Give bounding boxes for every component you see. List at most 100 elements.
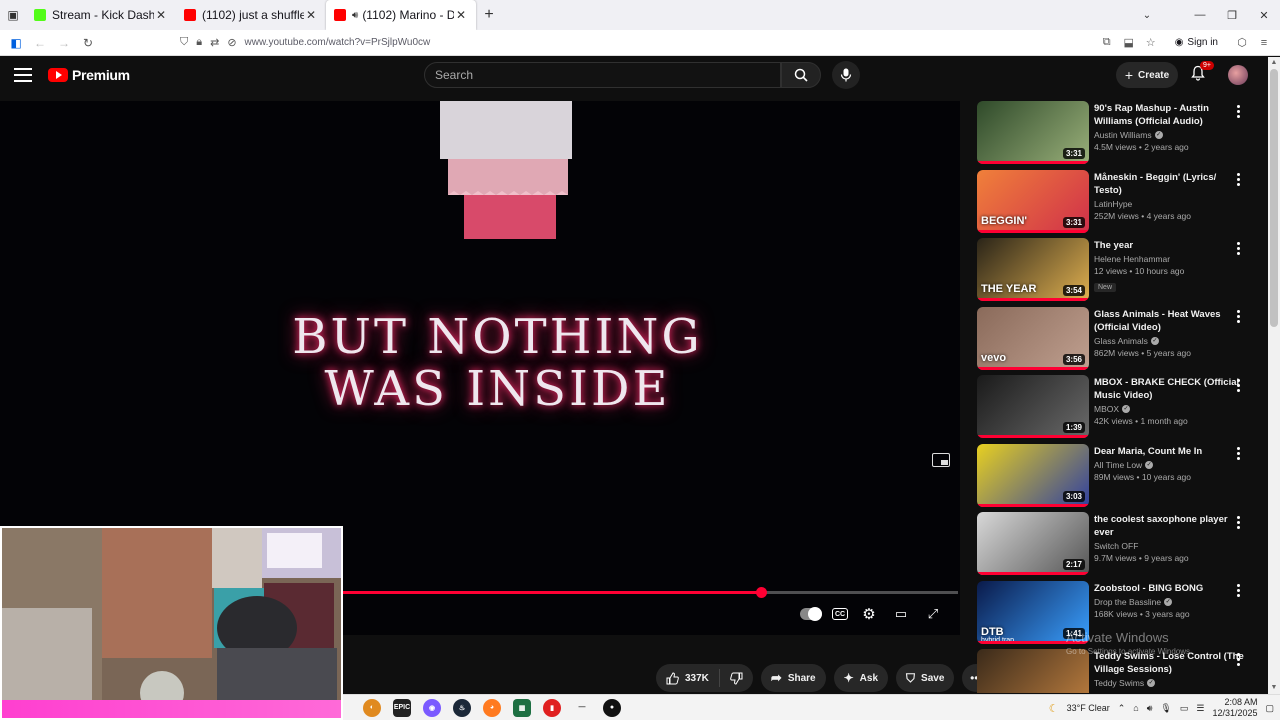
browser-tab[interactable]: Stream - Kick Dashboard✕ [26,0,176,30]
video-title[interactable]: MBOX - BRAKE CHECK (Official Music Video… [1094,376,1244,402]
share-button[interactable]: ➦ Share [760,664,826,692]
scroll-down-icon[interactable]: ▼ [1270,684,1278,692]
video-thumbnail[interactable]: vevo 3:56 [977,306,1089,370]
media-app-icon[interactable]: ▮ [543,698,561,717]
video-thumbnail[interactable]: 3:31 [977,101,1089,164]
like-button[interactable]: 337K [656,669,720,687]
tab-list-icon[interactable]: ▣ [0,0,26,30]
spreadsheet-app-icon[interactable]: ▦ [513,698,531,717]
channel-name[interactable]: LatinHype [1094,199,1244,209]
video-thumbnail[interactable]: 2:17 [977,512,1089,575]
video-title[interactable]: the coolest saxophone player ever [1094,513,1244,539]
microphone-tray-icon[interactable]: 🎙︎ [1160,703,1171,714]
sidebar-toggle-icon[interactable]: ◧ [4,31,28,55]
page-scrollbar[interactable]: ▲ ▼ [1268,57,1280,694]
close-window-icon[interactable]: ✕ [1248,0,1280,30]
video-title[interactable]: The year [1094,239,1244,252]
taskbar-app-icon[interactable]: ◐ [363,698,381,717]
back-icon[interactable]: ← [28,31,52,55]
theater-mode-icon[interactable]: ▭ [890,604,912,624]
extensions-icon[interactable]: ⬡ [1234,36,1250,49]
fullscreen-icon[interactable]: ⤢ [922,604,944,624]
picture-in-picture-icon[interactable]: ⧉ [1099,36,1115,49]
video-title[interactable]: 90's Rap Mashup - Austin Williams (Offic… [1094,102,1244,128]
tab-close-icon[interactable]: ✕ [304,8,318,22]
video-title[interactable]: Måneskin - Beggin' (Lyrics/ Testo) [1094,171,1244,197]
forward-icon[interactable]: → [52,31,76,55]
dislike-button[interactable] [720,672,753,685]
app-menu-icon[interactable]: ≡ [1256,37,1272,49]
tab-audio-icon[interactable]: 🔊︎ [352,10,358,21]
save-button[interactable]: ⛉ Save [896,664,955,692]
restore-icon[interactable]: ❐ [1216,0,1248,30]
epic-games-icon[interactable]: EPIC [393,698,411,717]
search-button[interactable] [781,62,821,88]
search-input[interactable]: Search [424,62,781,88]
channel-name[interactable]: Switch OFF [1094,541,1244,551]
miniplayer-icon[interactable] [932,453,950,467]
clock[interactable]: 2:08 AM 12/31/2025 [1212,697,1257,719]
tray-chevron-icon[interactable]: ⌃ [1118,703,1126,714]
messenger-icon[interactable]: ◉ [423,698,441,717]
channel-name[interactable]: Glass Animals ✓ [1094,336,1244,346]
bookmark-star-icon[interactable]: ☆ [1143,36,1159,49]
volume-icon[interactable]: 🔊︎ [1147,703,1153,714]
weather-text[interactable]: 33°F Clear [1067,703,1110,713]
more-options-icon[interactable] [1233,377,1243,393]
permissions-icon[interactable]: ⇄ [210,36,219,49]
more-options-icon[interactable] [1233,240,1243,256]
firefox-icon[interactable]: ◕ [483,698,501,717]
avatar[interactable] [1228,65,1248,85]
display-tray-icon[interactable]: ▭ [1180,703,1189,714]
wifi-icon[interactable]: ☰ [1196,703,1204,714]
minimize-icon[interactable]: — [1184,0,1216,30]
autoplay-toggle[interactable] [800,604,822,624]
obs-icon[interactable]: ● [603,698,621,717]
progress-bar[interactable] [343,587,958,598]
channel-name[interactable]: Austin Williams ✓ [1094,130,1244,140]
video-thumbnail[interactable]: BEGGIN' 3:31 [977,169,1089,233]
video-title[interactable]: Dear Maria, Count Me In [1094,445,1244,458]
channel-name[interactable]: Teddy Swims ✓ [1094,678,1244,688]
notifications-button[interactable]: 9+ [1190,61,1214,85]
channel-name[interactable]: Helene Henhammar [1094,254,1244,264]
more-options-icon[interactable] [1233,309,1243,325]
video-thumbnail[interactable]: 3:03 [977,443,1089,507]
more-options-icon[interactable] [1233,172,1243,188]
video-thumbnail[interactable]: THE YEAR 3:54 [977,238,1089,301]
lock-icon[interactable]: 🔒︎ [196,36,202,49]
channel-name[interactable]: MBOX ✓ [1094,404,1244,414]
browser-tab[interactable]: (1102) just a shuffle... - YouTube✕ [176,0,326,30]
progress-scrubber[interactable] [756,587,768,598]
new-tab-button[interactable]: + [476,6,502,24]
tab-close-icon[interactable]: ✕ [454,8,468,22]
create-button[interactable]: + Create [1116,62,1178,88]
more-options-icon[interactable] [1233,583,1243,599]
tab-close-icon[interactable]: ✕ [154,8,168,22]
more-options-icon[interactable] [1233,103,1243,119]
more-options-icon[interactable] [1233,651,1243,667]
more-options-icon[interactable] [1233,446,1243,462]
recommendation-item[interactable]: 3:03 Dear Maria, Count Me In All Time Low ✓… [977,443,1267,508]
ask-button[interactable]: ✦ Ask [833,664,889,692]
scroll-up-icon[interactable]: ▲ [1270,59,1278,67]
steam-icon[interactable]: ♨ [453,698,471,717]
recommendation-item[interactable]: 1:39 MBOX - BRAKE CHECK (Official Music V… [977,375,1267,439]
youtube-logo[interactable]: Premium [48,67,130,83]
hamburger-menu-icon[interactable] [14,65,34,85]
voice-search-button[interactable] [832,61,860,89]
network-icon[interactable]: ⌂ [1133,703,1138,713]
pocket-icon[interactable]: ⬓ [1121,36,1137,49]
recommendation-item[interactable]: THE YEAR 3:54 The year Helene Henhammar 12 v… [977,238,1267,302]
tracking-shield-icon[interactable]: ⛉ [180,36,188,49]
browser-tab[interactable]: 🔊︎ (1102) Marino - Devil In Disg✕ [326,0,476,30]
channel-name[interactable]: All Time Low ✓ [1094,460,1244,470]
recommendation-item[interactable]: vevo 3:56 Glass Animals - Heat Waves (Offi… [977,306,1267,371]
video-title[interactable]: Glass Animals - Heat Waves (Official Vid… [1094,308,1244,334]
video-thumbnail[interactable]: 1:39 [977,375,1089,438]
taskbar-app-dash-icon[interactable]: — [573,699,591,717]
autoplay-icon[interactable]: ⊘ [227,36,236,49]
recommendation-item[interactable]: BEGGIN' 3:31 Måneskin - Beggin' (Lyrics/ T… [977,169,1267,234]
url-bar[interactable]: ⛉ 🔒︎ ⇄ ⊘ www.youtube.com/watch?v=PrSjlpW… [180,36,1099,49]
recommendation-item[interactable]: 3:31 90's Rap Mashup - Austin Williams (O… [977,101,1267,165]
